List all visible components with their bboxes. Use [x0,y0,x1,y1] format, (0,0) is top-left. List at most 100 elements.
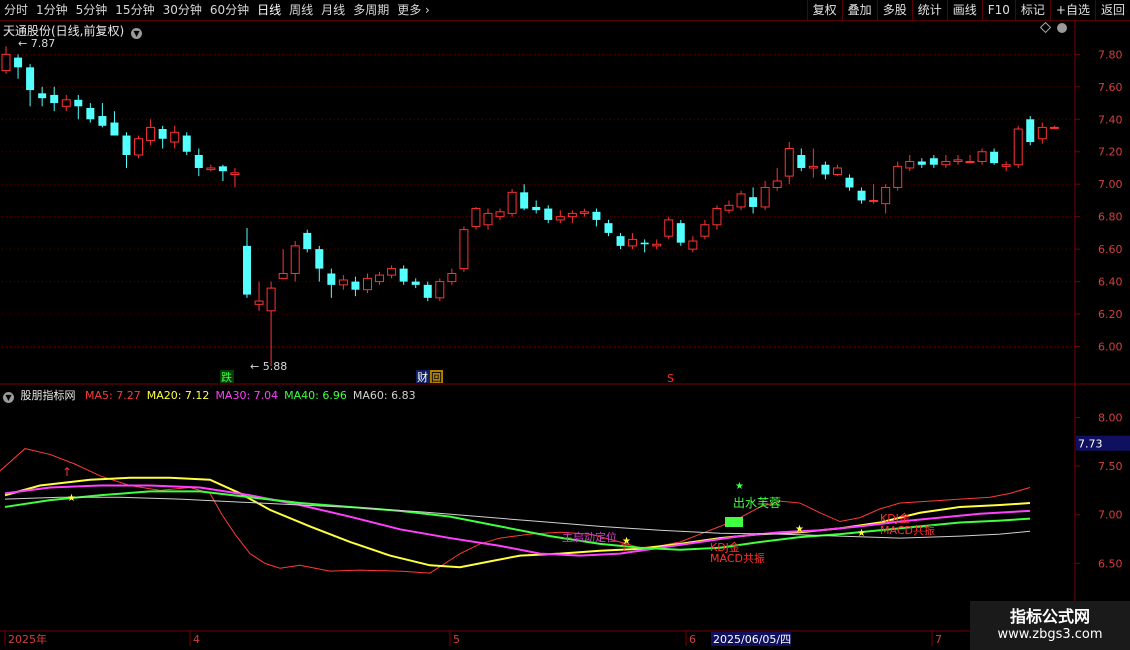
candle-body [459,229,469,270]
marker-cai: 财 [417,370,428,384]
candle-body [712,208,722,226]
up-arrow-icon: ↑ [62,465,72,479]
candle-body [315,249,324,269]
price-axis-label: 7.20 [1098,146,1123,159]
candle-body [146,126,156,141]
candle-body [664,219,674,237]
candle-body [447,272,457,283]
candle-body [363,277,372,291]
diamond-icon [1039,21,1052,34]
candle-body [676,223,685,243]
candle-body [808,165,818,169]
candle-body [1013,128,1023,166]
candle-body [1037,126,1047,140]
settings-icon [1057,23,1067,33]
candle-body [977,151,987,162]
candle-body [845,177,854,188]
candle-body [736,193,746,208]
candle-body [182,135,191,152]
candle-body [772,180,782,188]
star-icon: ★ [857,528,866,539]
candle-body [760,186,770,208]
candle-body [1049,126,1059,129]
candle-body [338,279,348,286]
candle-body [278,272,288,279]
candle-body [435,281,445,299]
candle-body [423,284,432,298]
candle-body [797,154,806,168]
candle-body [98,116,107,126]
candle-body [50,94,59,104]
candle-body [483,212,493,226]
candle-body [507,191,517,214]
candle-body [1026,119,1035,143]
candle-body [375,274,385,283]
candle-body [495,211,505,218]
candle-body [74,99,83,107]
candle-body [905,160,915,169]
high-price-label: ← 7.87 [18,37,55,50]
star-icon: ★ [795,524,804,535]
signal-kdj-line2: MACD共振 [710,551,765,565]
candle-body [351,281,360,290]
marker-s: S [667,372,674,385]
chart-canvas[interactable]: 7.80 7.60 7.40 7.20 7.00 6.80 6.60 6.40 6.20 6.00… [0,0,1130,650]
candle-body [254,300,264,305]
candle-body [110,122,119,136]
price-axis-label: 7.00 [1098,178,1123,191]
price-axis-label: 6.20 [1098,308,1123,321]
low-price-label: ← 5.88 [250,360,287,373]
candle-body [134,138,144,156]
candle-body [243,245,251,295]
candle-body [929,158,938,165]
candle-body [14,57,23,68]
candle-body [881,186,891,205]
candle-body [688,240,698,250]
cursor-date-label: 2025/06/05/四 [713,633,791,646]
candle-body [724,204,734,211]
candle-body [990,151,999,164]
candle-body [532,206,541,211]
candle-body [640,242,649,245]
candle-body [749,197,758,207]
current-value-label: 7.73 [1078,438,1103,451]
ind-axis-label: 6.50 [1098,557,1123,570]
candle-body [170,131,180,143]
date-axis-label: 5 [453,633,460,646]
candle-body [290,245,300,274]
candle-body [857,190,866,201]
candle-body [158,129,167,139]
candle-body [821,164,830,175]
candle-body [941,160,951,166]
star-icon: ★ [67,493,76,504]
ma-line-ma30 [4,484,1031,557]
price-axis-label: 6.40 [1098,276,1123,289]
price-axis-label: 7.40 [1098,113,1123,126]
candle-body [61,99,71,107]
candle-body [218,166,227,172]
candle-body [869,199,879,202]
price-axis-label: 6.00 [1098,341,1123,354]
price-axis-label: 7.80 [1098,48,1123,61]
signal-chushui: 出水芙蓉 [733,496,781,510]
signal-left-label: 主启动定位 [562,530,617,544]
candle-body [700,224,710,237]
candle-body [579,211,589,214]
candle-body [544,208,553,220]
price-axis-label: 6.60 [1098,243,1123,256]
candle-body [628,238,638,247]
signal-star-icon: ★ [735,481,744,492]
candle-body [26,67,35,91]
candle-body [303,232,312,250]
candle-body [411,281,420,285]
signal-right-line1: KDJ金 [880,511,910,525]
price-axis-label: 7.60 [1098,81,1123,94]
candle-body [616,236,625,246]
candle-body [206,167,216,171]
star-icon: ★ [622,536,631,547]
candle-body [327,273,336,285]
candle-body [230,172,240,175]
ma-line-ma5 [0,448,1031,574]
candle-body [1,53,11,72]
candle-body [38,93,47,99]
